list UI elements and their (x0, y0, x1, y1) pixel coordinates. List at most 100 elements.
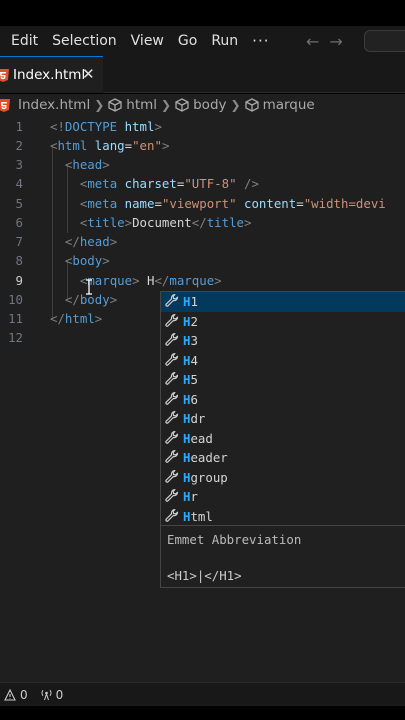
wrench-icon (165, 333, 179, 350)
code-line[interactable]: 4 <meta charset="UTF-8" /> (0, 174, 405, 193)
suggestion-widget: Emmet Abbreviation <H1>|</H1> H1 H2 H3 H4 H5… (160, 291, 405, 588)
suggestion-label: H5 (183, 372, 198, 388)
menu-bar: Edit Selection View Go Run ··· (0, 26, 405, 56)
breadcrumb-html-label: html (126, 97, 158, 113)
wrench-icon (165, 411, 179, 428)
code-text: <meta name="viewport" content="width=dev… (79, 196, 386, 211)
cube-icon (108, 98, 122, 112)
suggestion-label: H2 (183, 313, 198, 329)
suggestion-label: Head (183, 430, 213, 446)
warning-icon (4, 688, 16, 701)
suggestion-item[interactable]: Head (161, 429, 405, 449)
code-text: </body> (64, 292, 118, 307)
html5-icon (0, 69, 9, 82)
suggestion-label: Hdr (183, 411, 206, 427)
code-line[interactable]: 2 <html lang="en"> (0, 136, 405, 155)
breadcrumb: Index.html ❯ html ❯ body ❯ marque (0, 94, 405, 116)
suggestion-label: Html (183, 508, 213, 524)
wrench-icon (165, 508, 179, 526)
suggestion-detail-title: Emmet Abbreviation (167, 532, 302, 547)
breadcrumb-marque-label: marque (262, 97, 315, 113)
wrench-icon (165, 313, 179, 331)
menu-view[interactable]: View (124, 26, 171, 56)
suggestion-label: Hr (183, 489, 198, 505)
suggestion-item[interactable]: H2 (161, 312, 405, 332)
code-text: </head> (64, 234, 118, 249)
code-line[interactable]: 3 <head> (0, 155, 405, 174)
breadcrumb-body-label: body (193, 97, 227, 113)
wrench-icon (165, 430, 179, 448)
suggestion-item[interactable]: H4 (161, 351, 405, 371)
bottom-frame-bar (0, 706, 405, 720)
code-text: </html> (50, 311, 103, 326)
suggestion-detail-preview: <H1>|</H1> (167, 568, 242, 583)
breadcrumb-marque[interactable]: marque (244, 97, 315, 113)
code-line[interactable]: 7 </head> (0, 232, 405, 251)
line-number: 1 (15, 119, 23, 134)
menu-more-icon[interactable]: ··· (245, 26, 276, 56)
suggestion-label: H1 (183, 294, 198, 310)
tab-index-html[interactable]: Index.html ✕ (0, 56, 103, 93)
cube-icon (175, 98, 189, 112)
code-text: <body> (64, 253, 110, 268)
menu-selection[interactable]: Selection (45, 26, 124, 56)
code-line[interactable]: 1 <!DOCTYPE html> (0, 117, 405, 136)
line-number: 2 (15, 138, 23, 153)
breadcrumb-body[interactable]: body (175, 97, 227, 113)
code-text: <!DOCTYPE html> (50, 119, 162, 134)
code-line[interactable]: 8 <body> (0, 251, 405, 270)
code-text: <marque> H</marque> (79, 273, 222, 288)
breadcrumb-html[interactable]: html (108, 97, 157, 113)
tab-bar: Index.html ✕ (0, 56, 405, 93)
menu-edit[interactable]: Edit (0, 26, 45, 56)
code-text: <meta charset="UTF-8" /> (79, 176, 259, 191)
suggestion-label: Header (183, 450, 228, 466)
breadcrumb-file-label: Index.html (18, 97, 91, 113)
suggestion-item[interactable]: Hr (161, 487, 405, 507)
code-line[interactable]: 9 <marque> H</marque> (0, 271, 405, 290)
suggestion-label: H6 (183, 391, 198, 407)
suggestion-item[interactable]: Hgroup (161, 468, 405, 488)
suggestion-item[interactable]: Html (161, 507, 405, 527)
suggestion-label: H4 (183, 352, 198, 368)
ports-indicator[interactable]: 0 (40, 688, 63, 702)
line-number: 11 (8, 311, 23, 326)
text-cursor-icon (86, 279, 92, 295)
line-number: 3 (15, 157, 23, 172)
line-number: 5 (15, 196, 23, 211)
wrench-icon (165, 469, 179, 487)
forward-arrow-icon[interactable]: → (329, 32, 342, 51)
wrench-icon (165, 294, 179, 311)
problems-indicator[interactable]: 0 (4, 688, 28, 702)
code-line[interactable]: 6 <title>Document</title> (0, 213, 405, 232)
line-number: 8 (15, 253, 23, 268)
suggestion-label: H3 (183, 333, 198, 349)
suggestion-item[interactable]: H1 (161, 292, 405, 312)
code-line[interactable]: 5 <meta name="viewport" content="width=d… (0, 194, 405, 213)
chevron-right-icon: ❯ (161, 98, 172, 112)
suggestion-item[interactable]: Header (161, 448, 405, 468)
menu-run[interactable]: Run (204, 26, 245, 56)
back-arrow-icon[interactable]: ← (306, 32, 319, 51)
close-icon[interactable]: ✕ (82, 65, 95, 83)
menu-go[interactable]: Go (171, 26, 204, 56)
nav-arrows: ← → (306, 26, 343, 56)
line-number: 10 (8, 292, 23, 307)
cube-icon (244, 98, 259, 112)
wrench-icon (165, 352, 179, 370)
line-number: 6 (15, 215, 23, 230)
code-text: <title>Document</title> (79, 215, 252, 230)
problems-count: 0 (20, 687, 28, 702)
suggestion-item[interactable]: Hdr (161, 409, 405, 429)
command-center-search[interactable] (364, 30, 405, 52)
suggestion-item[interactable]: H5 (161, 370, 405, 390)
suggestion-item[interactable]: H6 (161, 390, 405, 410)
code-text: <html lang="en"> (50, 138, 170, 153)
line-number: 9 (15, 273, 23, 288)
suggestion-detail: Emmet Abbreviation <H1>|</H1> (161, 525, 405, 589)
wrench-icon (165, 489, 179, 506)
breadcrumb-file[interactable]: Index.html (0, 97, 90, 113)
wrench-icon (165, 450, 179, 467)
suggestion-item[interactable]: H3 (161, 331, 405, 351)
line-number: 4 (15, 176, 23, 191)
